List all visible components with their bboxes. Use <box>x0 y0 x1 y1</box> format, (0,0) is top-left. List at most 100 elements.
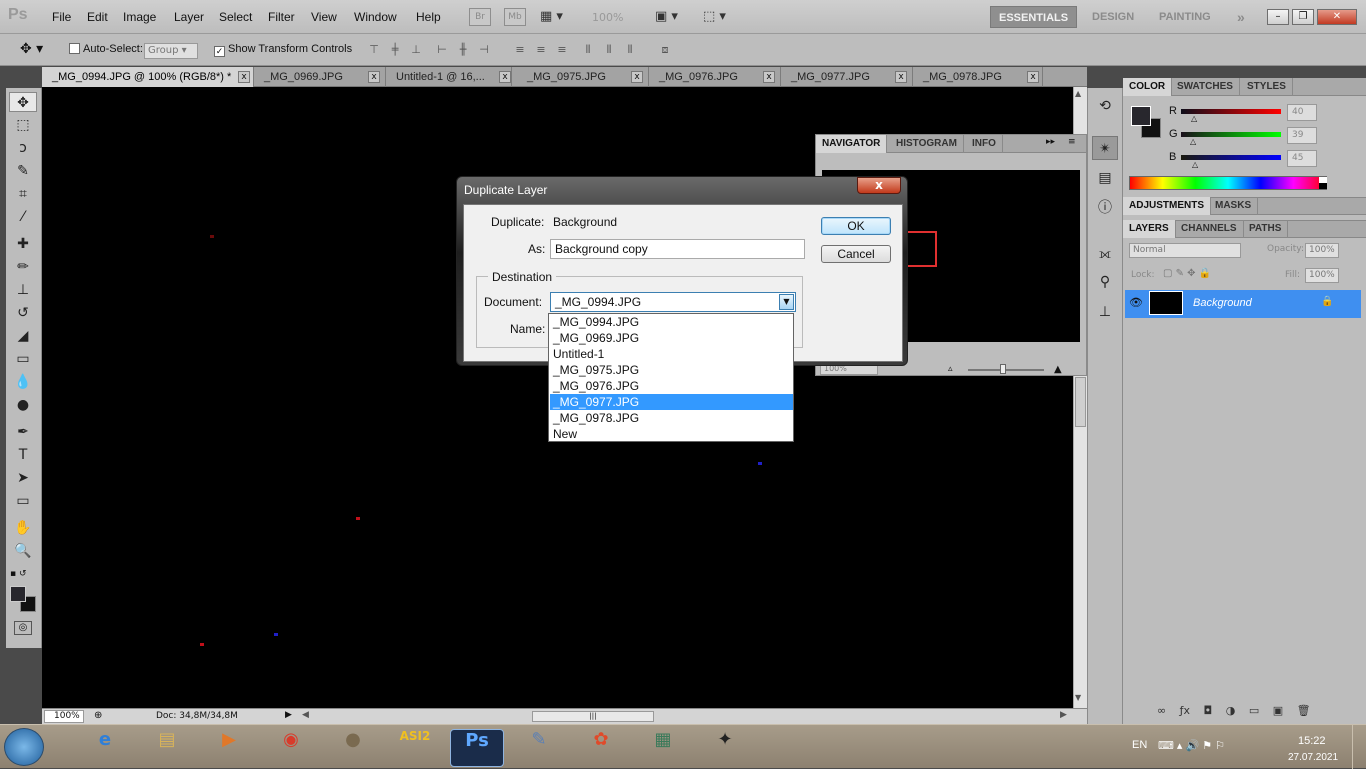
menu-help[interactable]: Help <box>416 10 441 24</box>
tab-info[interactable]: INFO <box>966 135 1003 153</box>
dodge-tool-icon[interactable]: ● <box>9 395 37 415</box>
workspace-more-icon[interactable]: » <box>1237 6 1245 28</box>
tab-close-icon[interactable]: x <box>368 71 380 83</box>
show-desktop-button[interactable] <box>1352 725 1366 769</box>
hscroll-thumb[interactable]: ||| <box>532 711 654 722</box>
lasso-tool-icon[interactable]: ↄ <box>9 138 37 158</box>
dropdown-option[interactable]: _MG_0976.JPG <box>550 378 793 394</box>
zoom-out-icon[interactable]: ▵ <box>948 364 953 374</box>
channel-b-handle[interactable]: △ <box>1192 160 1198 169</box>
reader-app-icon[interactable]: ▦ <box>636 729 690 767</box>
hand-tool-icon[interactable]: ✋ <box>9 518 37 538</box>
layer-name[interactable]: Background <box>1193 297 1252 309</box>
brush-presets-icon[interactable]: ⟗ <box>1092 242 1118 266</box>
fg-color-swatch[interactable] <box>1131 106 1151 126</box>
start-button-icon[interactable] <box>4 728 44 766</box>
internet-explorer-icon[interactable]: e <box>78 729 132 767</box>
tab-histogram[interactable]: HISTOGRAM <box>890 135 964 153</box>
tab-close-icon[interactable]: x <box>499 71 511 83</box>
status-menu-icon[interactable]: ▶ <box>285 710 292 720</box>
tab-adjustments[interactable]: ADJUSTMENTS <box>1123 197 1212 215</box>
dropdown-option-highlighted[interactable]: _MG_0977.JPG <box>550 394 793 410</box>
pen-tool-icon[interactable]: ✒ <box>9 422 37 442</box>
bridge-button[interactable]: Br <box>469 8 491 26</box>
ok-button[interactable]: OK <box>821 217 891 235</box>
gradient-tool-icon[interactable]: ▭ <box>9 349 37 369</box>
align-top-icon[interactable]: ⊤ <box>366 43 382 57</box>
navigator-icon[interactable]: ✴ <box>1092 136 1118 160</box>
tab-close-icon[interactable]: x <box>1027 71 1039 83</box>
menu-file[interactable]: File <box>52 10 71 24</box>
dropdown-option[interactable]: _MG_0975.JPG <box>550 362 793 378</box>
file-explorer-icon[interactable]: ▤ <box>140 729 194 767</box>
layer-row-background[interactable]: 👁 Background 🔒 <box>1125 290 1361 318</box>
marquee-tool-icon[interactable]: ⬚ <box>9 115 37 135</box>
cancel-button[interactable]: Cancel <box>821 245 891 263</box>
as-input[interactable]: Background copy <box>550 239 805 259</box>
healing-brush-tool-icon[interactable]: ✚ <box>9 234 37 254</box>
auto-select-dropdown[interactable]: Group ▾ <box>144 43 198 59</box>
tab-mg-0977[interactable]: _MG_0977.JPG <box>781 67 913 87</box>
tab-mg-0969[interactable]: _MG_0969.JPG <box>254 67 386 87</box>
dropdown-option[interactable]: Untitled-1 <box>550 346 793 362</box>
align-bottom-icon[interactable]: ⊥ <box>408 43 424 57</box>
tab-mg-0975[interactable]: _MG_0975.JPG <box>517 67 649 87</box>
align-left-icon[interactable]: ⊢ <box>434 43 450 57</box>
tab-styles[interactable]: STYLES <box>1241 78 1293 96</box>
blur-tool-icon[interactable]: 💧 <box>9 372 37 392</box>
dropdown-option[interactable]: _MG_0994.JPG <box>550 314 793 330</box>
minimize-button[interactable]: – <box>1267 9 1289 25</box>
move-tool-icon[interactable]: ✥ <box>9 92 37 112</box>
scroll-thumb[interactable] <box>1075 377 1086 427</box>
stellarium-icon[interactable]: ✦ <box>698 729 752 767</box>
tab-swatches[interactable]: SWATCHES <box>1171 78 1240 96</box>
media-player-icon[interactable]: ▶ <box>202 729 256 767</box>
asi-studio-icon[interactable]: ASI2 <box>388 729 442 767</box>
restore-button[interactable]: ❐ <box>1292 9 1314 25</box>
align-vcenter-icon[interactable]: ╪ <box>387 43 403 57</box>
navigator-view-box[interactable] <box>904 231 937 267</box>
layers-footer-icons[interactable]: ∞ ƒx ◘ ◑ ▭ ▣ 🗑 <box>1157 704 1311 717</box>
brush-tool-icon[interactable]: ✏ <box>9 257 37 277</box>
path-selection-tool-icon[interactable]: ➤ <box>9 468 37 488</box>
align-hcenter-icon[interactable]: ╫ <box>455 43 471 57</box>
channel-r-value[interactable]: 40 <box>1287 104 1317 121</box>
workspace-essentials[interactable]: ESSENTIALS <box>990 6 1078 28</box>
channel-g-handle[interactable]: △ <box>1190 137 1196 146</box>
shape-tool-icon[interactable]: ▭ <box>9 491 37 511</box>
distribute-left-icon[interactable]: ⦀ <box>580 43 596 57</box>
hscroll-right-icon[interactable]: ▶ <box>1060 710 1067 720</box>
tool-presets-icon[interactable]: ⊥ <box>1092 300 1118 324</box>
clone-source-icon[interactable]: ⚲ <box>1092 270 1118 294</box>
tab-masks[interactable]: MASKS <box>1209 197 1259 215</box>
align-right-icon[interactable]: ⊣ <box>476 43 492 57</box>
color-spectrum[interactable] <box>1129 176 1327 190</box>
clone-stamp-tool-icon[interactable]: ⊥ <box>9 280 37 300</box>
lock-icons[interactable]: ▢ ✎ ✥ 🔒 <box>1163 268 1211 279</box>
distribute-hcenter-icon[interactable]: ⦀ <box>601 43 617 57</box>
tab-close-icon[interactable]: x <box>238 71 250 83</box>
eraser-tool-icon[interactable]: ◢ <box>9 326 37 346</box>
crop-tool-icon[interactable]: ⌗ <box>9 184 37 204</box>
tray-icons[interactable]: ⌨ ▴ 🔊 ⚑ ⚐ <box>1158 739 1225 752</box>
menu-window[interactable]: Window <box>354 10 397 24</box>
menu-layer[interactable]: Layer <box>174 10 204 24</box>
zoom-in-icon[interactable]: ▲ <box>1054 364 1062 375</box>
status-icon[interactable]: ⊕ <box>94 710 102 721</box>
tab-paths[interactable]: PATHS <box>1243 220 1289 238</box>
chrome-icon[interactable]: ◉ <box>264 729 318 767</box>
colors-app-icon[interactable]: ✿ <box>574 729 628 767</box>
arrange-documents-icon[interactable]: ▣ ▾ <box>655 9 691 25</box>
distribute-vcenter-icon[interactable]: ≡ <box>533 43 549 57</box>
tab-mg-0994[interactable]: _MG_0994.JPG @ 100% (RGB/8*) * <box>42 67 254 87</box>
menu-view[interactable]: View <box>311 10 337 24</box>
tab-close-icon[interactable]: x <box>631 71 643 83</box>
eyedropper-tool-icon[interactable]: ⁄ <box>9 207 37 227</box>
paint-icon[interactable]: ✎ <box>512 729 566 767</box>
navigator-zoom-slider[interactable] <box>968 369 1044 371</box>
quick-selection-tool-icon[interactable]: ✎ <box>9 161 37 181</box>
foreground-color-swatch[interactable] <box>10 586 26 602</box>
collapse-icon[interactable]: ▸▸ <box>1046 137 1055 147</box>
tab-channels[interactable]: CHANNELS <box>1175 220 1244 238</box>
default-colors-icon[interactable]: ▪ ↺ <box>10 569 27 579</box>
